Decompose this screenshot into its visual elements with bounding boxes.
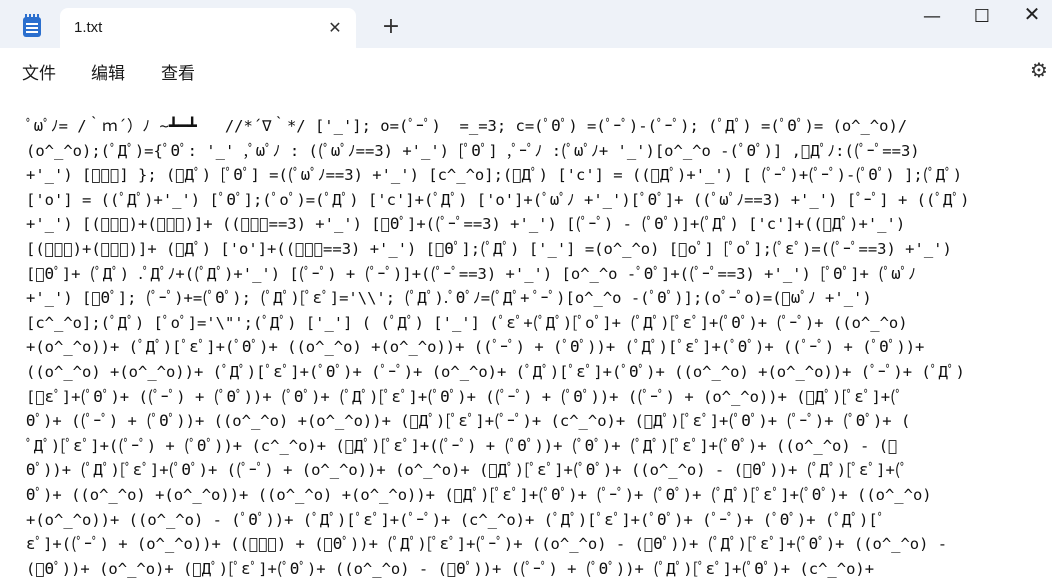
editor-line: +'_') [ﾟΘﾟ]; (ﾟｰﾟ)+=(ﾟΘﾟ); (ﾟДﾟ)[ﾟεﾟ]='\… [26,289,872,308]
new-tab-button[interactable]: + [380,16,402,38]
settings-gear-icon[interactable]: ⚙ [1030,58,1052,82]
editor-line: +(o^_^o))+ (ﾟДﾟ)[ﾟεﾟ]+(ﾟΘﾟ)+ ((o^_^o) +(… [26,338,925,357]
editor-line: [ﾟΘﾟ]+ (ﾟДﾟ) .ﾟДﾟﾉ+((ﾟДﾟ)+'_') [(ﾟｰﾟ) + … [26,264,917,283]
editor-line: ﾟДﾟ)[ﾟεﾟ]+((ﾟｰﾟ) + (ﾟΘﾟ))+ (c^_^o)+ (ﾟДﾟ… [26,436,898,455]
notepad-icon [23,14,41,37]
editor-line: ['o'] = ((ﾟДﾟ)+'_') [ﾟΘﾟ];(ﾟoﾟ)=(ﾟДﾟ) ['… [26,190,970,209]
close-window-button[interactable]: ✕ [1012,2,1052,26]
text-editor[interactable]: ﾟωﾟﾉ= /｀ｍ´）ﾉ ~┻━┻ //*´∇｀*/ ['_']; o=(ﾟｰﾟ… [0,92,1052,585]
menu-file[interactable]: 文件 [22,59,56,84]
editor-line: +(o^_^o))+ ((o^_^o) - (ﾟΘﾟ))+ (ﾟДﾟ)[ﾟεﾟ]… [26,510,886,529]
editor-line: Θﾟ)+ ((o^_^o) +(o^_^o))+ ((o^_^o) +(o^_^… [26,485,932,504]
menu-view[interactable]: 查看 [161,59,195,84]
editor-line: ﾟωﾟﾉ= /｀ｍ´）ﾉ ~┻━┻ //*´∇｀*/ ['_']; o=(ﾟｰﾟ… [26,117,908,135]
maximize-button[interactable]: ☐ [962,6,1002,27]
tab-title: 1.txt [74,19,103,36]
editor-content[interactable]: ﾟωﾟﾉ= /｀ｍ´）ﾉ ~┻━┻ //*´∇｀*/ ['_']; o=(ﾟｰﾟ… [26,114,1050,581]
editor-line: Θﾟ)+ ((ﾟｰﾟ) + (ﾟΘﾟ))+ ((o^_^o) +(o^_^o))… [26,412,911,431]
editor-line: (o^_^o);(ﾟДﾟ)={ﾟΘﾟ: '_' ,ﾟωﾟﾉ : ((ﾟωﾟﾉ==… [26,141,920,160]
editor-line: [ﾟεﾟ]+(ﾟΘﾟ)+ ((ﾟｰﾟ) + (ﾟΘﾟ))+ (ﾟΘﾟ)+ (ﾟД… [26,387,904,406]
menu-bar: 文件 编辑 查看 ⚙ [0,48,1052,92]
menu-edit[interactable]: 编辑 [91,59,125,84]
editor-line: [c^_^o];(ﾟДﾟ) [ﾟoﾟ]='\"';(ﾟДﾟ) ['_'] ( (… [26,313,908,332]
editor-line: ((o^_^o) +(o^_^o))+ (ﾟДﾟ)[ﾟεﾟ]+(ﾟΘﾟ)+ (ﾟ… [26,362,965,381]
tab-1-txt[interactable]: 1.txt ✕ [60,8,356,48]
editor-line: +'_') [(ﾟｰﾟ)+(ﾟｰﾟ)]+ ((ﾟｰﾟ==3) +'_') [ﾟΘ… [26,215,906,234]
title-bar: 1.txt ✕ + — ☐ ✕ [0,0,1052,48]
editor-line: Θﾟ))+ (ﾟДﾟ)[ﾟεﾟ]+(ﾟΘﾟ)+ ((ﾟｰﾟ) + (o^_^o)… [26,461,908,480]
editor-line: (ﾟΘﾟ))+ (o^_^o)+ (ﾟДﾟ)[ﾟεﾟ]+(ﾟΘﾟ)+ ((o^_… [26,559,875,578]
close-tab-icon[interactable]: ✕ [324,17,346,39]
editor-line: [(ﾟｰﾟ)+(ﾟｰﾟ)]+ (ﾟДﾟ) ['o']+((ﾟｰﾟ==3) +'_… [26,239,952,258]
editor-line: εﾟ]+((ﾟｰﾟ) + (o^_^o))+ ((ﾟｰﾟ) + (ﾟΘﾟ))+ … [26,535,948,554]
editor-line: +'_') [ﾟｰﾟ] }; (ﾟДﾟ) [ﾟΘﾟ] =((ﾟωﾟﾉ==3) +… [26,166,963,185]
minimize-button[interactable]: — [912,6,952,27]
